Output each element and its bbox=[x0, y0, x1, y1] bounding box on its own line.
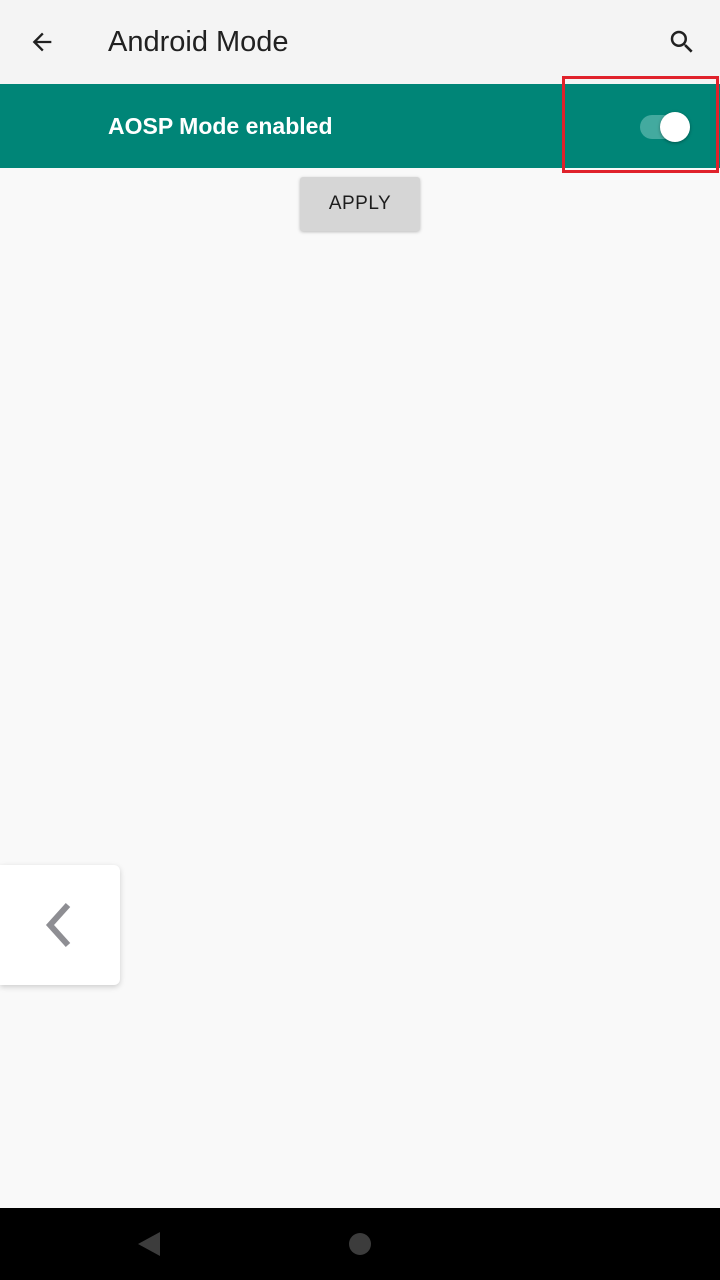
apply-button[interactable]: APPLY bbox=[300, 177, 420, 231]
nav-home-icon[interactable] bbox=[349, 1233, 371, 1255]
search-icon bbox=[670, 30, 693, 53]
system-navigation-bar bbox=[0, 1208, 720, 1280]
nav-back-icon[interactable] bbox=[136, 1230, 162, 1258]
search-button[interactable] bbox=[658, 18, 706, 66]
arrow-back-icon bbox=[32, 32, 52, 52]
back-button[interactable] bbox=[18, 18, 66, 66]
master-switch-label: AOSP Mode enabled bbox=[108, 113, 333, 139]
android-mode-screen: Android Mode AOSP Mode enabled APPLY bbox=[0, 0, 720, 1280]
toggle-highlight-box bbox=[562, 76, 719, 173]
chevron-left-icon bbox=[45, 902, 71, 948]
side-panel-handle[interactable] bbox=[0, 865, 120, 985]
page-title: Android Mode bbox=[108, 26, 289, 58]
app-bar: Android Mode bbox=[0, 0, 720, 84]
